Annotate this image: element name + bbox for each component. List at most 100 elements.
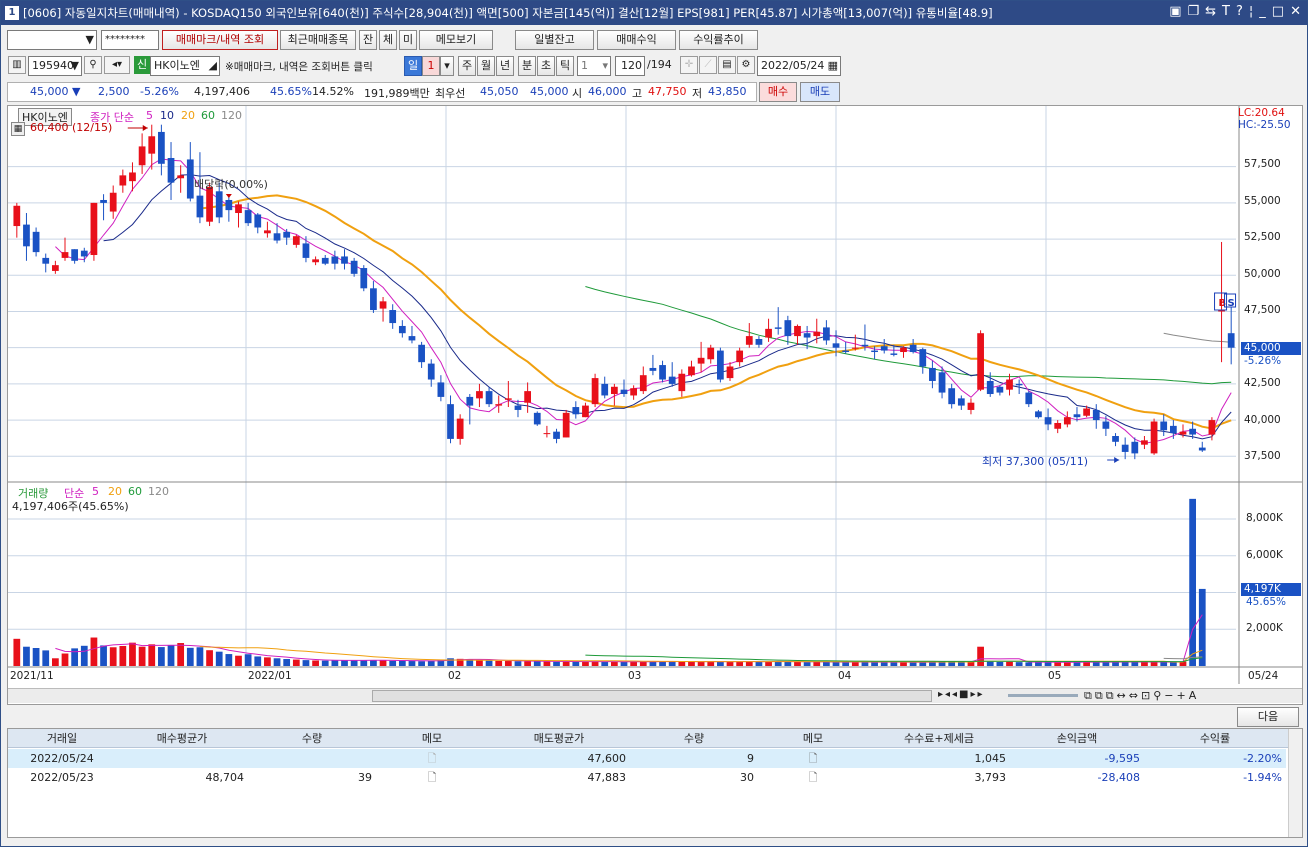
crosshair-icon[interactable]: ✛ (680, 56, 698, 74)
chart-area[interactable]: BS HK이노엔 종가 단순 5 10 20 60 120 ▦ 60,400 (… (7, 105, 1303, 705)
table-scrollbar[interactable] (1288, 729, 1302, 837)
period-month-button[interactable]: 월 (477, 56, 495, 76)
balance-button[interactable]: 잔 (359, 30, 377, 50)
link-icon[interactable]: ⇆ (1205, 4, 1216, 19)
help-icon[interactable]: ? (1236, 4, 1243, 19)
period-tick-button[interactable]: 틱 (556, 56, 574, 76)
memo-icon[interactable]: 🗋 (376, 749, 488, 768)
buy-button[interactable]: 매수 (759, 82, 797, 102)
candle-body (476, 391, 483, 399)
gear-icon[interactable]: ⚙ (737, 56, 755, 74)
volume-bar (919, 662, 927, 666)
candle-body (957, 398, 965, 406)
unfilled-button[interactable]: 미 (399, 30, 417, 50)
chevron-down-icon[interactable]: ▾ (440, 56, 454, 76)
recent-trades-button[interactable]: 최근매매종목 (280, 30, 356, 50)
volume-bar (167, 645, 175, 666)
candle-body (900, 347, 907, 353)
draw-line-icon[interactable]: ⟋ (699, 56, 717, 74)
candle-body (745, 336, 753, 345)
count-input[interactable]: 120 (615, 56, 645, 76)
grid-toggle-icon[interactable]: ▦ (11, 122, 25, 136)
zoom-slider[interactable] (1008, 694, 1078, 697)
mark-query-button[interactable]: 매매마크/내역 조회 (162, 30, 278, 50)
scroll-thumb[interactable] (372, 690, 932, 702)
header-trade-date: 거래일 (46, 732, 78, 745)
playback-controls[interactable]: ▸◂◂■▸▸ (938, 689, 985, 700)
volume-bar (312, 660, 319, 666)
volume-tick: 8,000K (1246, 512, 1283, 524)
cell-pnl: -28,408 (1097, 771, 1140, 784)
volume-bar (244, 654, 252, 666)
table-row[interactable]: 2022/05/24 🗋 47,600 9 🗋 1,045 -9,595 -2.… (8, 749, 1286, 768)
candle-body (996, 386, 1004, 393)
sell-button[interactable]: 매도 (800, 82, 840, 102)
volume-bar (71, 648, 79, 666)
candle-body (967, 402, 975, 410)
period-day-count[interactable]: 1 (422, 56, 440, 76)
candle-body (572, 407, 580, 415)
current-volume-tag: 4,197K (1241, 583, 1301, 596)
candlestick-chart[interactable]: BS (8, 106, 1302, 704)
prev-next-icon[interactable]: ◂▾ (104, 56, 130, 74)
memo-edit-icon[interactable]: 🗋 (758, 768, 868, 787)
chart-menu-icon[interactable]: ▥ (8, 56, 26, 74)
volume-bar (61, 653, 69, 666)
period-day-button[interactable]: 일 (404, 56, 422, 76)
volume-bar (900, 662, 907, 666)
volume-bar (514, 661, 522, 666)
volume-bar (1073, 662, 1081, 666)
trade-profit-button[interactable]: 매매수익 (597, 30, 676, 50)
volume-bar (986, 661, 994, 666)
volume-bar (350, 660, 358, 666)
period-year-button[interactable]: 년 (496, 56, 514, 76)
open-label: 시 (572, 87, 583, 100)
candle-body (610, 386, 618, 395)
table-header: 거래일 매수평균가 수량 메모 매도평균가 수량 메모 수수료+제세금 손익금액… (8, 729, 1288, 748)
candle-body (659, 365, 666, 380)
candle-body (138, 146, 146, 166)
date-picker[interactable]: 2022/05/24 ▦ (757, 56, 841, 76)
chart-scrollbar[interactable]: ▸◂◂■▸▸ ⧉⧉⧉↔⇔⊡⚲−+A (8, 688, 1302, 703)
candle-body (832, 343, 840, 348)
tile-icon[interactable]: ❐ (1187, 4, 1199, 19)
memo-edit-icon[interactable]: 🗋 (376, 768, 488, 787)
candle-body (177, 175, 185, 179)
volume-bar (504, 661, 512, 666)
daily-balance-button[interactable]: 일별잔고 (515, 30, 594, 50)
period-minute-button[interactable]: 분 (518, 56, 536, 76)
save-icon[interactable]: ▤ (718, 56, 736, 74)
stock-name-field[interactable]: HK이노엔 ◢ (150, 56, 220, 76)
volume-bar (408, 661, 416, 666)
candle-body (533, 412, 541, 425)
next-button[interactable]: 다음 (1237, 707, 1299, 727)
tick-select[interactable]: 1 ▾ (577, 56, 611, 76)
stock-code-input[interactable]: 195940 ▼ (28, 56, 82, 76)
memo-view-button[interactable]: 메모보기 (419, 30, 493, 50)
table-row[interactable]: 2022/05/23 48,704 39 🗋 47,883 30 🗋 3,793… (8, 768, 1286, 787)
period-second-button[interactable]: 초 (537, 56, 555, 76)
cell-fees: 1,045 (974, 752, 1007, 765)
return-trend-button[interactable]: 수익률추이 (679, 30, 758, 50)
password-field[interactable]: ******** (101, 30, 159, 50)
restore-small-icon[interactable]: ▣ (1169, 4, 1181, 19)
view-tools-icon[interactable]: ⧉⧉⧉↔⇔⊡⚲−+A (1084, 689, 1199, 703)
volume-bar (1006, 661, 1013, 666)
candle-body (890, 353, 898, 355)
candle-body (1141, 440, 1148, 445)
period-week-button[interactable]: 주 (458, 56, 476, 76)
search-icon[interactable]: ⚲ (84, 56, 102, 74)
font-icon[interactable]: T (1222, 4, 1230, 19)
maximize-icon[interactable]: □ (1272, 4, 1284, 19)
down-arrow-icon: ▼ (72, 85, 81, 98)
candle-body (1198, 447, 1206, 451)
calendar-icon: ▦ (827, 59, 838, 72)
executed-button[interactable]: 체 (379, 30, 397, 50)
close-icon[interactable]: ✕ (1290, 4, 1301, 19)
high-price: 47,750 (648, 85, 687, 98)
candle-body (1025, 392, 1033, 405)
account-select[interactable]: ▼ (7, 30, 97, 50)
memo-edit-icon[interactable]: 🗋 (758, 749, 868, 768)
minimize-icon[interactable]: _ (1259, 4, 1266, 19)
volume-bar (620, 661, 628, 666)
